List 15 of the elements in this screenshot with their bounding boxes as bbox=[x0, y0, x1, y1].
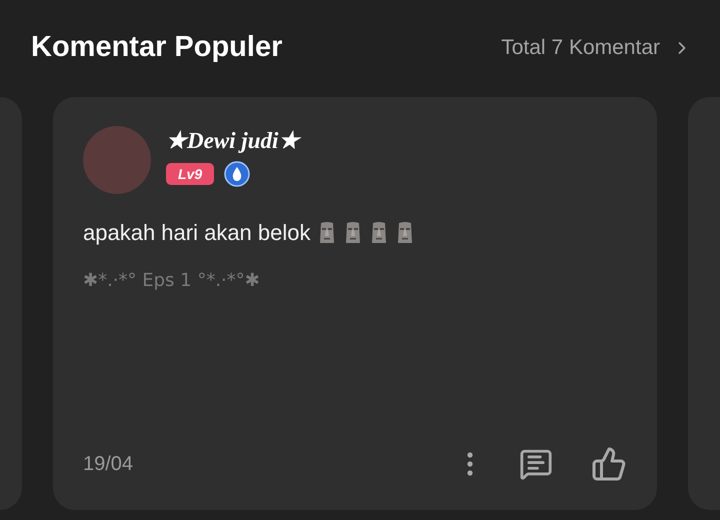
username: ★Dewi judi★ bbox=[166, 128, 300, 154]
comment-date: 19/04 bbox=[83, 452, 134, 477]
more-options-button[interactable] bbox=[467, 452, 473, 476]
total-comments-link[interactable]: Total 7 Komentar bbox=[501, 32, 692, 64]
level-badge: Lv9 bbox=[166, 163, 214, 185]
thumbs-up-icon bbox=[591, 446, 627, 482]
comment-card[interactable]: ★Dewi judi★ Lv9 apakah hari akan belok ✱*.·*° Eps 1 °*.·*°✱ 19/04 bbox=[53, 97, 657, 510]
comment-icon bbox=[519, 447, 553, 481]
comment-text: apakah hari akan belok bbox=[83, 219, 310, 247]
episode-tag: ✱*.·*° Eps 1 °*.·*°✱ bbox=[83, 267, 627, 294]
reply-button[interactable] bbox=[519, 447, 553, 481]
more-icon bbox=[467, 452, 473, 476]
section-title: Komentar Populer bbox=[31, 30, 282, 65]
drop-badge-icon bbox=[224, 161, 250, 187]
like-button[interactable] bbox=[591, 446, 627, 482]
